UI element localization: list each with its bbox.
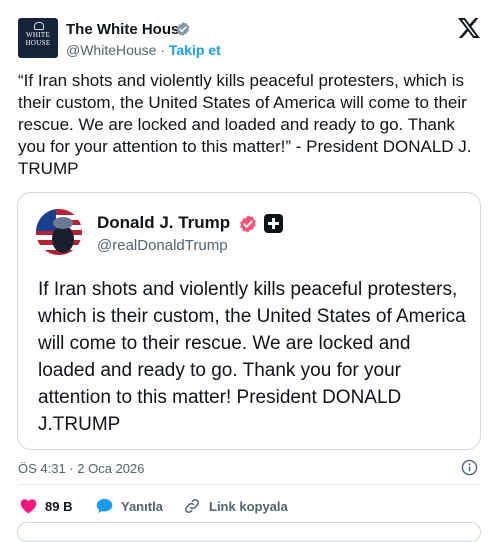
affiliate-square-icon [264, 214, 283, 233]
quoted-author-handle[interactable]: @realDonaldTrump [97, 237, 228, 254]
quoted-author-avatar[interactable] [36, 209, 82, 255]
reply-button[interactable]: Yanıtla [96, 496, 163, 516]
heart-icon [20, 499, 37, 514]
copy-link-label: Link kopyala [209, 498, 288, 514]
like-button[interactable]: 89 B [20, 496, 72, 516]
author-handle-line: @WhiteHouse · Takip et [66, 42, 221, 58]
speech-bubble-icon [96, 498, 113, 514]
author-handle[interactable]: @WhiteHouse [66, 42, 156, 58]
avatar-text-line1: WHITE [25, 31, 51, 39]
avatar-image [36, 209, 82, 255]
read-replies-button[interactable] [17, 522, 481, 542]
info-icon[interactable] [461, 459, 478, 476]
timestamp[interactable]: ÖS 4:31 · 2 Oca 2026 [18, 461, 144, 476]
reply-label: Yanıtla [121, 498, 163, 514]
gray-verified-badge-icon [176, 22, 190, 36]
link-icon [184, 498, 200, 514]
x-logo-icon[interactable] [458, 18, 480, 38]
avatar-text-line2: HOUSE [25, 39, 51, 47]
divider [18, 484, 480, 485]
like-count: 89 B [45, 498, 73, 514]
separator-dot: · [160, 42, 166, 58]
copy-link-button[interactable]: Link kopyala [183, 496, 288, 516]
quoted-tweet-text: If Iran shots and violently kills peacef… [38, 279, 466, 435]
seal-icon [34, 22, 44, 30]
tweet-text: “If Iran shots and violently kills peace… [18, 71, 472, 178]
follow-button[interactable]: Takip et [169, 42, 221, 58]
verified-badge-icon [240, 215, 256, 233]
tweet-card: WHITE HOUSE The White House @WhiteHouse … [0, 0, 494, 542]
quoted-tweet[interactable]: Donald J. Trump @realDonaldTrump If Iran… [17, 192, 481, 450]
author-avatar[interactable]: WHITE HOUSE [18, 18, 58, 58]
quoted-author-name[interactable]: Donald J. Trump [97, 213, 230, 233]
author-name[interactable]: The White House [66, 21, 188, 38]
